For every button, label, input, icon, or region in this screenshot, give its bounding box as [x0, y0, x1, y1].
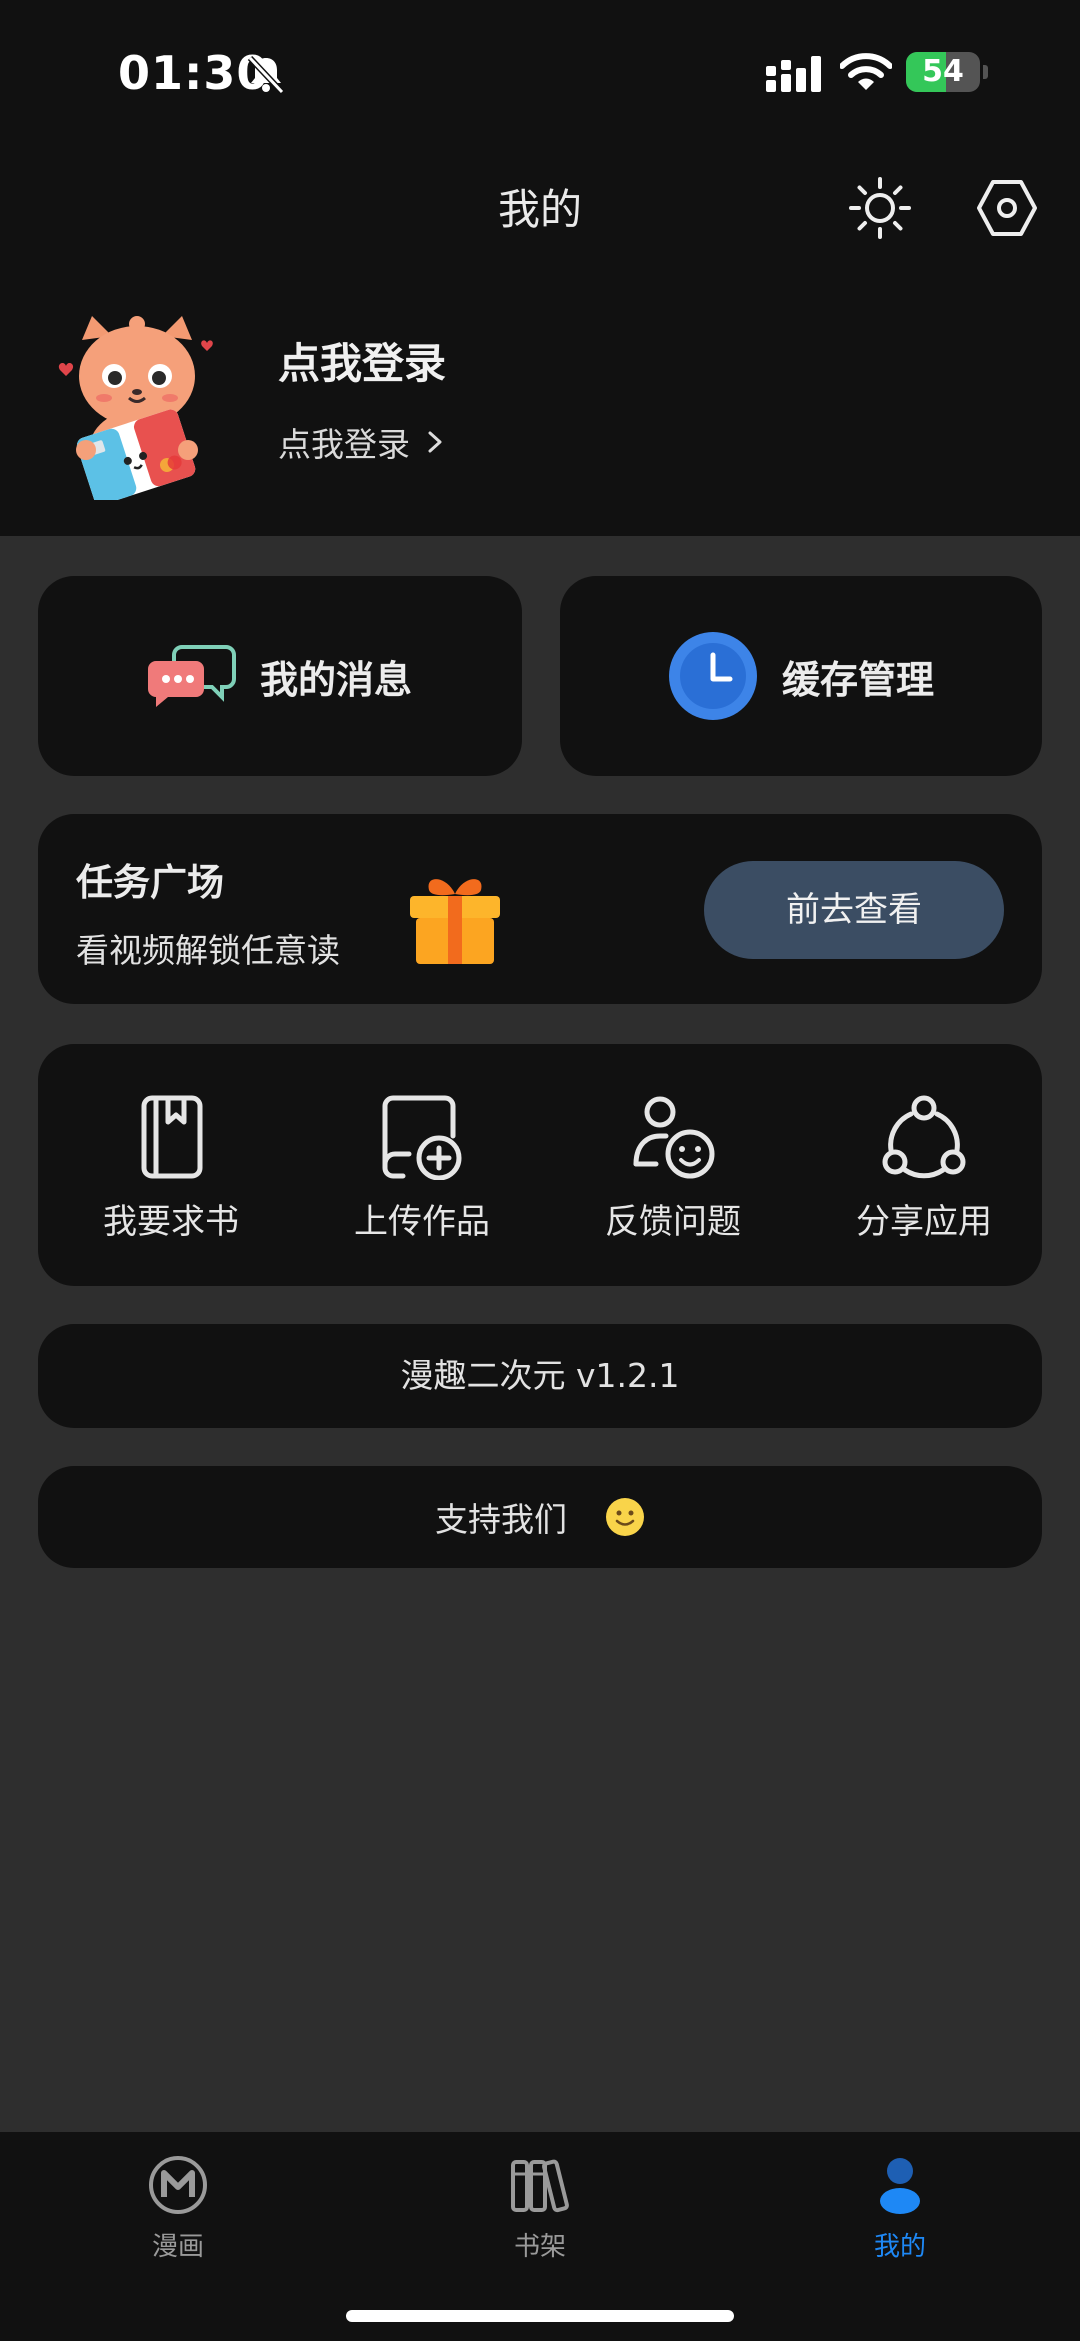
feedback-item[interactable]: 反馈问题 [553, 1094, 793, 1243]
bookshelf-icon [511, 2159, 569, 2213]
task-title: 任务广场 [76, 861, 224, 904]
signal-icon [766, 56, 821, 92]
gift-icon [410, 879, 500, 964]
upload-works-item[interactable]: 上传作品 [302, 1094, 542, 1243]
version-text: 漫趣二次元 v1.2.1 [400, 1356, 680, 1395]
login-link[interactable]: 点我登录 [278, 418, 446, 466]
avatar[interactable] [52, 310, 222, 500]
clock-icon [668, 632, 757, 720]
user-feedback-icon [633, 1096, 715, 1179]
wifi-icon [840, 53, 892, 90]
version-card[interactable]: 漫趣二次元 v1.2.1 [38, 1324, 1042, 1428]
share-app-label: 分享应用 [856, 1202, 992, 1242]
upload-works-label: 上传作品 [354, 1202, 490, 1242]
manga-m-icon [149, 2156, 207, 2214]
person-icon [880, 2158, 920, 2214]
tab-manga-label: 漫画 [151, 2232, 204, 2262]
settings-hexagon-icon[interactable] [976, 178, 1038, 238]
cache-management-card[interactable]: 缓存管理 [560, 576, 1042, 776]
feedback-label: 反馈问题 [605, 1202, 741, 1242]
home-indicator[interactable] [346, 2310, 734, 2322]
share-icon [882, 1095, 966, 1179]
chat-bubbles-icon [147, 645, 236, 707]
smile-emoji-icon [606, 1498, 644, 1536]
share-app-item[interactable]: 分享应用 [804, 1094, 1044, 1243]
bell-muted-icon [247, 55, 285, 95]
top-section: 01:30 54 我的 点我登录 点我登录 [0, 0, 1080, 536]
support-us-card[interactable]: 支持我们 [38, 1466, 1042, 1568]
sun-icon[interactable] [848, 176, 912, 240]
login-subtitle: 点我登录 [278, 425, 410, 464]
tab-bookshelf-label: 书架 [513, 2232, 566, 2262]
task-subtitle: 看视频解锁任意读 [76, 931, 340, 970]
upload-document-icon [382, 1095, 462, 1180]
support-us-label: 支持我们 [435, 1500, 567, 1539]
battery-level: 54 [922, 54, 964, 89]
page-title: 我的 [497, 185, 582, 234]
task-plaza-card: 任务广场 看视频解锁任意读 前去查看 [38, 814, 1042, 1004]
login-title[interactable]: 点我登录 [278, 330, 446, 391]
tab-mine[interactable]: 我的 [800, 2154, 1000, 2263]
tab-bookshelf[interactable]: 书架 [440, 2154, 640, 2263]
my-messages-label: 我的消息 [259, 657, 412, 702]
cache-management-label: 缓存管理 [781, 657, 934, 702]
battery-charging-icon: 54 [906, 52, 988, 92]
book-bookmark-icon [141, 1095, 203, 1179]
chevron-right-icon [428, 431, 442, 453]
request-book-label: 我要求书 [103, 1202, 239, 1242]
go-view-button[interactable]: 前去查看 [704, 861, 1004, 959]
tab-mine-label: 我的 [873, 2232, 926, 2262]
tools-grid: 我要求书 上传作品 反馈问题 分享应用 [38, 1044, 1042, 1286]
my-messages-card[interactable]: 我的消息 [38, 576, 522, 776]
tab-manga[interactable]: 漫画 [78, 2154, 278, 2263]
request-book-item[interactable]: 我要求书 [51, 1094, 291, 1243]
